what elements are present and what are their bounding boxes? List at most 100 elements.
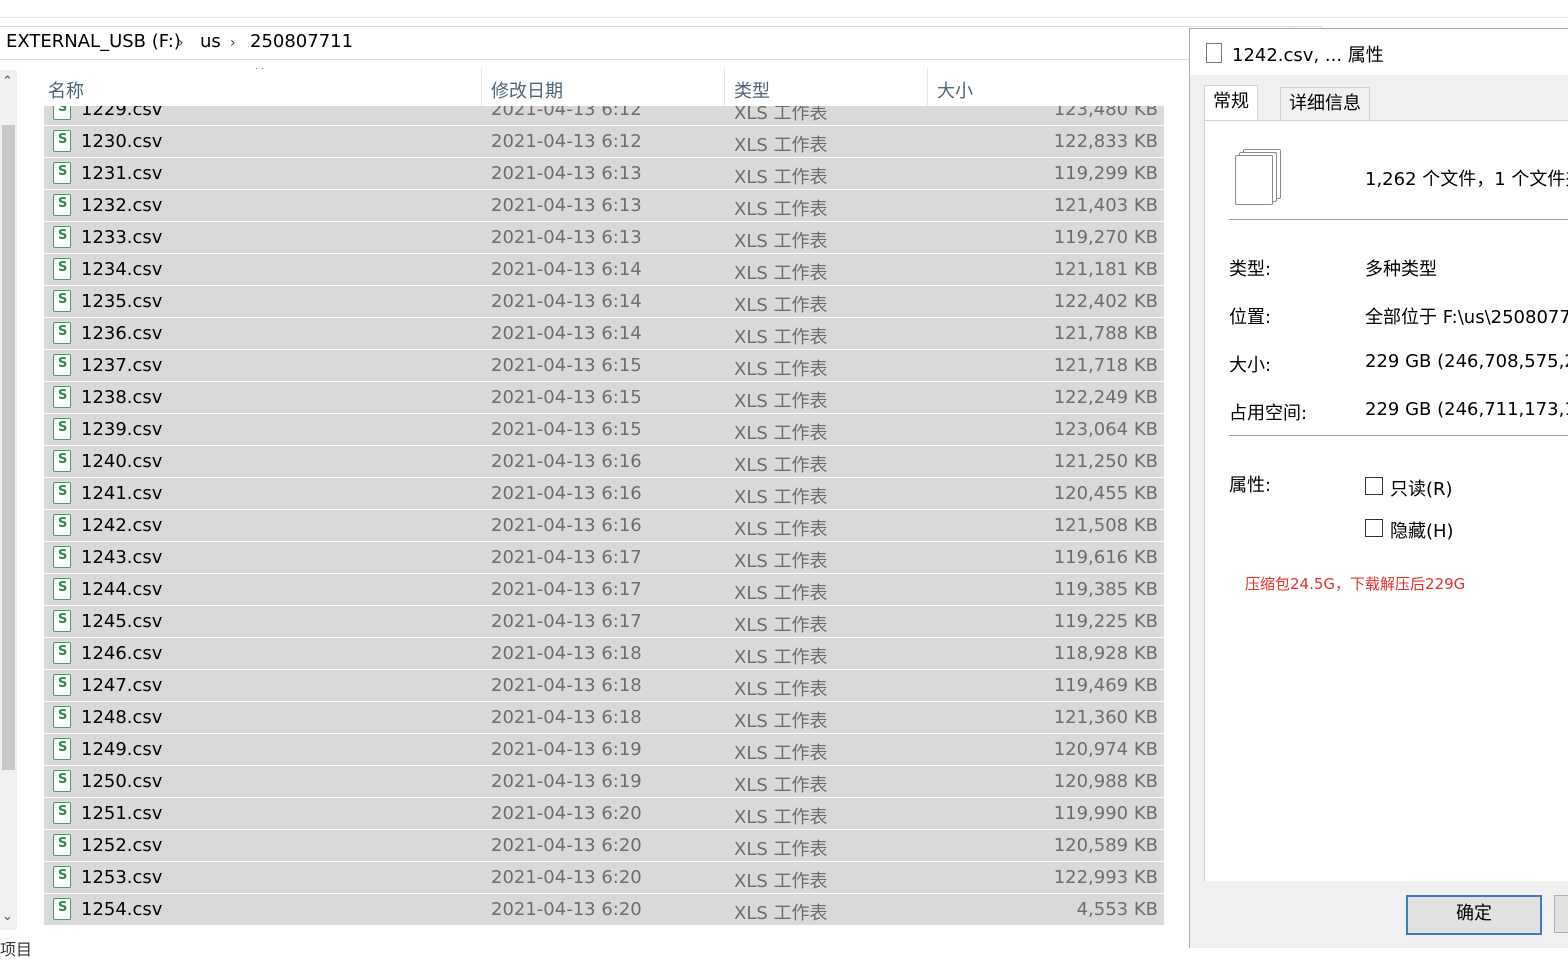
file-row[interactable]: S 1235.csv 2021-04-13 6:14 XLS 工作表 122,402 K… [44, 286, 1164, 317]
file-row[interactable]: S 1252.csv 2021-04-13 6:20 XLS 工作表 120,589 K… [44, 830, 1164, 861]
column-date[interactable]: 修改日期 [491, 77, 563, 103]
column-type[interactable]: 类型 [734, 77, 770, 103]
file-row[interactable]: S 1251.csv 2021-04-13 6:20 XLS 工作表 119,990 K… [44, 798, 1164, 829]
breadcrumb-folder-us[interactable]: us [200, 31, 221, 52]
hidden-checkbox[interactable] [1365, 519, 1383, 537]
size-value: 229 GB (246,708,575,27 [1365, 351, 1568, 372]
properties-dialog: 1242.csv, ... 属性 常规 详细信息 1,262 个文件，1 个文件… [1189, 28, 1568, 948]
file-date: 2021-04-13 6:14 [491, 291, 642, 312]
file-size: 121,788 KB [1053, 323, 1158, 344]
column-divider[interactable] [927, 68, 928, 106]
file-name: 1251.csv [81, 803, 163, 824]
file-date: 2021-04-13 6:20 [491, 867, 642, 888]
file-size: 121,250 KB [1053, 451, 1158, 472]
file-row[interactable]: S 1230.csv 2021-04-13 6:12 XLS 工作表 122,833 K… [44, 126, 1164, 157]
file-row[interactable]: S 1241.csv 2021-04-13 6:16 XLS 工作表 120,455 K… [44, 478, 1164, 509]
breadcrumb-folder-current[interactable]: 250807711 [250, 31, 353, 52]
column-name[interactable]: 名称 [48, 77, 84, 103]
file-date: 2021-04-13 6:14 [491, 259, 642, 280]
csv-file-icon: S [53, 258, 71, 280]
file-name: 1243.csv [81, 547, 163, 568]
dialog-title: 1242.csv, ... 属性 [1232, 45, 1384, 66]
dialog-title-bar[interactable]: 1242.csv, ... 属性 [1190, 29, 1568, 75]
chevron-right-icon[interactable]: › [230, 35, 236, 51]
file-row[interactable]: S 1244.csv 2021-04-13 6:17 XLS 工作表 119,385 K… [44, 574, 1164, 605]
readonly-checkbox[interactable] [1365, 477, 1383, 495]
chevron-right-icon[interactable]: › [178, 35, 184, 51]
file-row[interactable]: S 1237.csv 2021-04-13 6:15 XLS 工作表 121,718 K… [44, 350, 1164, 381]
file-row[interactable]: S 1243.csv 2021-04-13 6:17 XLS 工作表 119,616 K… [44, 542, 1164, 573]
hidden-label[interactable]: 隐藏(H) [1390, 517, 1454, 543]
file-date: 2021-04-13 6:13 [491, 195, 642, 216]
file-date: 2021-04-13 6:13 [491, 163, 642, 184]
tab-details[interactable]: 详细信息 [1280, 87, 1370, 121]
file-date: 2021-04-13 6:20 [491, 803, 642, 824]
file-row[interactable]: S 1236.csv 2021-04-13 6:14 XLS 工作表 121,788 K… [44, 318, 1164, 349]
file-name: 1236.csv [81, 323, 163, 344]
file-size: 119,225 KB [1053, 611, 1158, 632]
file-row[interactable]: S 1234.csv 2021-04-13 6:14 XLS 工作表 121,181 K… [44, 254, 1164, 285]
file-row[interactable]: S 1238.csv 2021-04-13 6:15 XLS 工作表 122,249 K… [44, 382, 1164, 413]
file-name: 1239.csv [81, 419, 163, 440]
csv-file-icon: S [53, 514, 71, 536]
file-rows: S 1229.csv 2021-04-13 6:12 XLS 工作表 123,480 K… [44, 94, 1164, 926]
column-divider[interactable] [724, 68, 725, 106]
file-name: 1232.csv [81, 195, 163, 216]
sort-ascending-icon: ^ [254, 68, 265, 79]
dialog-tabs: 常规 详细信息 [1204, 85, 1568, 121]
files-icon [1202, 43, 1222, 68]
file-name: 1237.csv [81, 355, 163, 376]
csv-file-icon: S [53, 322, 71, 344]
file-row[interactable]: S 1245.csv 2021-04-13 6:17 XLS 工作表 119,225 K… [44, 606, 1164, 637]
file-row[interactable]: S 1249.csv 2021-04-13 6:19 XLS 工作表 120,974 K… [44, 734, 1164, 765]
readonly-label[interactable]: 只读(R) [1390, 475, 1453, 501]
csv-file-icon: S [53, 130, 71, 152]
ok-button[interactable]: 确定 [1406, 895, 1542, 935]
file-date: 2021-04-13 6:19 [491, 771, 642, 792]
file-date: 2021-04-13 6:17 [491, 611, 642, 632]
tab-general[interactable]: 常规 [1204, 85, 1258, 120]
scroll-up-icon[interactable]: ⌃ [2, 74, 13, 89]
column-divider[interactable] [481, 68, 482, 106]
file-size: 121,718 KB [1053, 355, 1158, 376]
file-size: 121,508 KB [1053, 515, 1158, 536]
breadcrumb-drive[interactable]: EXTERNAL_USB (F:) [6, 31, 181, 52]
file-name: 1230.csv [81, 131, 163, 152]
file-size: 119,616 KB [1053, 547, 1158, 568]
file-date: 2021-04-13 6:16 [491, 451, 642, 472]
file-row[interactable]: S 1248.csv 2021-04-13 6:18 XLS 工作表 121,360 K… [44, 702, 1164, 733]
address-bar[interactable]: EXTERNAL_USB (F:) › us › 250807711 [0, 26, 1290, 60]
csv-file-icon: S [53, 674, 71, 696]
file-type: XLS 工作表 [734, 743, 828, 764]
cancel-button[interactable] [1554, 895, 1568, 933]
file-row[interactable]: S 1233.csv 2021-04-13 6:13 XLS 工作表 119,270 K… [44, 222, 1164, 253]
file-type: XLS 工作表 [734, 711, 828, 732]
disk-usage-value: 229 GB (246,711,173,12 [1365, 399, 1568, 420]
file-row[interactable]: S 1250.csv 2021-04-13 6:19 XLS 工作表 120,988 K… [44, 766, 1164, 797]
nav-pane-scrollbar[interactable]: ⌃ ⌄ [0, 70, 17, 930]
scroll-down-icon[interactable]: ⌄ [2, 909, 13, 924]
file-row[interactable]: S 1254.csv 2021-04-13 6:20 XLS 工作表 4,553 KB [44, 894, 1164, 925]
file-row[interactable]: S 1231.csv 2021-04-13 6:13 XLS 工作表 119,299 K… [44, 158, 1164, 189]
file-type: XLS 工作表 [734, 231, 828, 252]
file-type: XLS 工作表 [734, 871, 828, 892]
file-row[interactable]: S 1247.csv 2021-04-13 6:18 XLS 工作表 119,469 K… [44, 670, 1164, 701]
file-size: 122,249 KB [1053, 387, 1158, 408]
disk-usage-label: 占用空间: [1229, 403, 1308, 424]
file-row[interactable]: S 1239.csv 2021-04-13 6:15 XLS 工作表 123,064 K… [44, 414, 1164, 445]
column-size[interactable]: 大小 [937, 77, 973, 103]
file-row[interactable]: S 1253.csv 2021-04-13 6:20 XLS 工作表 122,993 K… [44, 862, 1164, 893]
file-type: XLS 工作表 [734, 199, 828, 220]
file-row[interactable]: S 1240.csv 2021-04-13 6:16 XLS 工作表 121,250 K… [44, 446, 1164, 477]
file-row[interactable]: S 1246.csv 2021-04-13 6:18 XLS 工作表 118,928 K… [44, 638, 1164, 669]
file-type: XLS 工作表 [734, 263, 828, 284]
file-date: 2021-04-13 6:18 [491, 643, 642, 664]
file-type: XLS 工作表 [734, 295, 828, 316]
file-type: XLS 工作表 [734, 359, 828, 380]
file-row[interactable]: S 1242.csv 2021-04-13 6:16 XLS 工作表 121,508 K… [44, 510, 1164, 541]
file-date: 2021-04-13 6:18 [491, 707, 642, 728]
scrollbar-thumb[interactable] [2, 125, 15, 770]
file-name: 1231.csv [81, 163, 163, 184]
file-row[interactable]: S 1232.csv 2021-04-13 6:13 XLS 工作表 121,403 K… [44, 190, 1164, 221]
csv-file-icon: S [53, 386, 71, 408]
